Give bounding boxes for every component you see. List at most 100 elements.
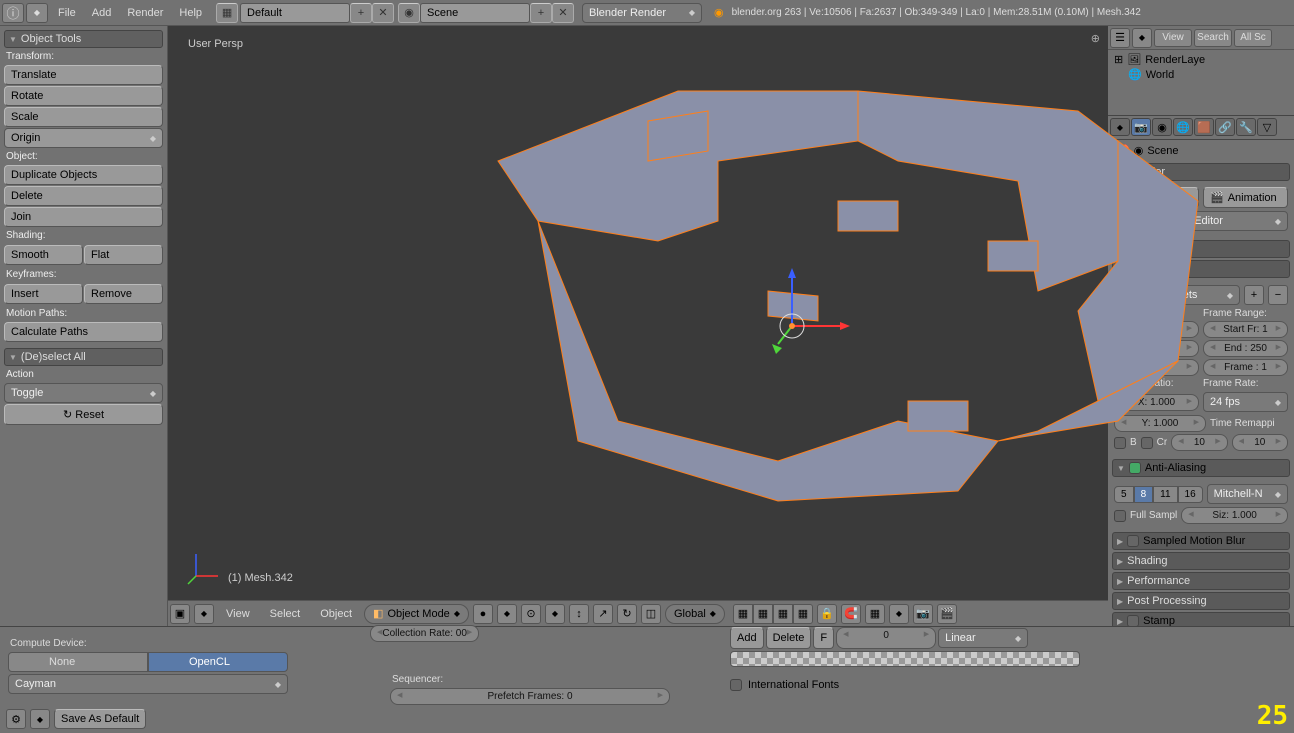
menu-add[interactable]: Add [84, 7, 120, 19]
object-menu[interactable]: Object [312, 608, 360, 620]
add-button[interactable]: Add [730, 627, 764, 649]
cube-icon: ◧ [373, 607, 383, 620]
translate-button[interactable]: Translate [4, 65, 163, 85]
select-menu[interactable]: Select [262, 608, 309, 620]
outliner-menu-icon[interactable]: ◆ [1132, 28, 1152, 48]
layout-add-icon[interactable]: + [350, 3, 372, 23]
render-anim-icon[interactable]: 🎬 [937, 604, 957, 624]
smooth-button[interactable]: Smooth [4, 245, 83, 265]
scene-add-icon[interactable]: + [530, 3, 552, 23]
scale-button[interactable]: Scale [4, 107, 163, 127]
color-preview[interactable] [730, 651, 1080, 667]
rotate-button[interactable]: Rotate [4, 86, 163, 106]
expand-icon[interactable]: ⊕ [1091, 32, 1100, 45]
menu-render[interactable]: Render [119, 7, 171, 19]
editor-menu-icon[interactable]: ◆ [194, 604, 214, 624]
performance-section[interactable]: Performance [1112, 572, 1290, 590]
interp-select[interactable]: Linear [938, 628, 1028, 648]
mode-selector[interactable]: ◧Object Mode◆ [364, 604, 469, 624]
3d-viewport[interactable]: User Persp [168, 26, 1108, 600]
pivot-menu-icon[interactable]: ◆ [545, 604, 565, 624]
prefetch-frames[interactable]: Prefetch Frames: 0 [390, 688, 670, 705]
user-preferences: Collection Rate: 00 Add Delete F 0 Linea… [0, 626, 1294, 733]
layout-selector[interactable]: Default [240, 3, 350, 23]
transform-label: Transform: [6, 51, 161, 62]
scene-stats: blender.org 263 | Ve:10506 | Fa:2637 | O… [732, 7, 1141, 18]
ptab-constraint-icon[interactable]: 🔗 [1215, 118, 1235, 136]
layer-button[interactable]: ▦ [773, 604, 793, 624]
render-opengl-icon[interactable]: 📷 [913, 604, 933, 624]
shading-menu-icon[interactable]: ◆ [497, 604, 517, 624]
manip-cursor-icon[interactable]: ↗ [593, 604, 613, 624]
insert-kf-button[interactable]: Insert [4, 284, 83, 304]
duplicate-button[interactable]: Duplicate Objects [4, 165, 163, 185]
aa-filter[interactable]: Mitchell-N [1207, 484, 1288, 504]
pivot-icon[interactable]: ⊙ [521, 604, 541, 624]
f-button[interactable]: F [813, 627, 834, 649]
toggle-dropdown[interactable]: Toggle [4, 383, 163, 403]
prefs-type-icon[interactable]: ⚙ [6, 709, 26, 729]
layout-grid-icon[interactable]: ▦ [216, 3, 238, 23]
menu-file[interactable]: File [50, 7, 84, 19]
remove-kf-button[interactable]: Remove [84, 284, 163, 304]
device-select[interactable]: Cayman [8, 674, 288, 694]
deselect-header[interactable]: (De)select All [4, 348, 163, 366]
scene-icon[interactable]: ◉ [398, 3, 420, 23]
transform-gizmo[interactable] [732, 266, 852, 386]
compute-opencl[interactable]: OpenCL [148, 652, 288, 672]
collection-rate[interactable]: Collection Rate: 00 [370, 625, 479, 642]
outliner-type-icon[interactable]: ☰ [1110, 28, 1130, 48]
compute-label: Compute Device: [10, 638, 1284, 649]
stamp-section[interactable]: Stamp [1112, 612, 1290, 626]
view-menu[interactable]: View [218, 608, 258, 620]
ptab-data-icon[interactable]: ▽ [1257, 118, 1277, 136]
postproc-section[interactable]: Post Processing [1112, 592, 1290, 610]
ptab-modifier-icon[interactable]: 🔧 [1236, 118, 1256, 136]
object-tools-header[interactable]: Object Tools [4, 30, 163, 48]
tool-shelf: Object Tools Transform: Translate Rotate… [0, 26, 168, 626]
calculate-paths-button[interactable]: Calculate Paths [4, 322, 163, 342]
outliner-search[interactable]: Search [1194, 29, 1232, 47]
manip-rotate-icon[interactable]: ↻ [617, 604, 637, 624]
scene-del-icon[interactable]: ✕ [552, 3, 574, 23]
remap-new[interactable]: 10 [1232, 434, 1288, 451]
snap-menu-icon[interactable]: ◆ [889, 604, 909, 624]
blender-logo-icon: ◉ [714, 6, 724, 19]
shading-sphere-icon[interactable]: ● [473, 604, 493, 624]
intl-fonts-check[interactable]: International Fonts [730, 679, 839, 691]
info-icon[interactable]: ⓘ [2, 3, 24, 23]
preset-add-icon[interactable]: + [1244, 285, 1264, 305]
outliner-all[interactable]: All Sc [1234, 29, 1272, 47]
snap-magnet-icon[interactable]: 🧲 [841, 604, 861, 624]
menu-help[interactable]: Help [171, 7, 210, 19]
delete-pref-button[interactable]: Delete [766, 627, 812, 649]
layer-button[interactable]: ▦ [733, 604, 753, 624]
stamp-check[interactable] [1127, 615, 1139, 626]
layer-button[interactable]: ▦ [793, 604, 813, 624]
reset-button[interactable]: ↻ Reset [4, 404, 163, 425]
save-default-button[interactable]: Save As Default [54, 709, 146, 729]
snap-type-icon[interactable]: ▦ [865, 604, 885, 624]
flat-button[interactable]: Flat [84, 245, 163, 265]
layer-button[interactable]: ▦ [753, 604, 773, 624]
keyframes-label: Keyframes: [6, 269, 161, 280]
orientation-selector[interactable]: Global◆ [665, 604, 725, 624]
dropdown-icon[interactable]: ◆ [26, 3, 48, 23]
join-button[interactable]: Join [4, 207, 163, 227]
delete-button[interactable]: Delete [4, 186, 163, 206]
scene-selector[interactable]: Scene [420, 3, 530, 23]
render-engine-select[interactable]: Blender Render [582, 3, 702, 23]
outliner-view[interactable]: View [1154, 29, 1192, 47]
preset-del-icon[interactable]: − [1268, 285, 1288, 305]
manip-translate-icon[interactable]: ↕ [569, 604, 589, 624]
compute-none[interactable]: None [8, 652, 148, 672]
editor-type-icon[interactable]: ▣ [170, 604, 190, 624]
timeremap-label: Time Remappi [1210, 418, 1288, 429]
layout-del-icon[interactable]: ✕ [372, 3, 394, 23]
shading-section[interactable]: Shading [1112, 552, 1290, 570]
manip-scale-icon[interactable]: ◫ [641, 604, 661, 624]
prefs-menu-icon[interactable]: ◆ [30, 709, 50, 729]
lock-icon[interactable]: 🔒 [817, 604, 837, 624]
origin-dropdown[interactable]: Origin [4, 128, 163, 148]
pref-zero[interactable]: 0 [836, 627, 936, 649]
